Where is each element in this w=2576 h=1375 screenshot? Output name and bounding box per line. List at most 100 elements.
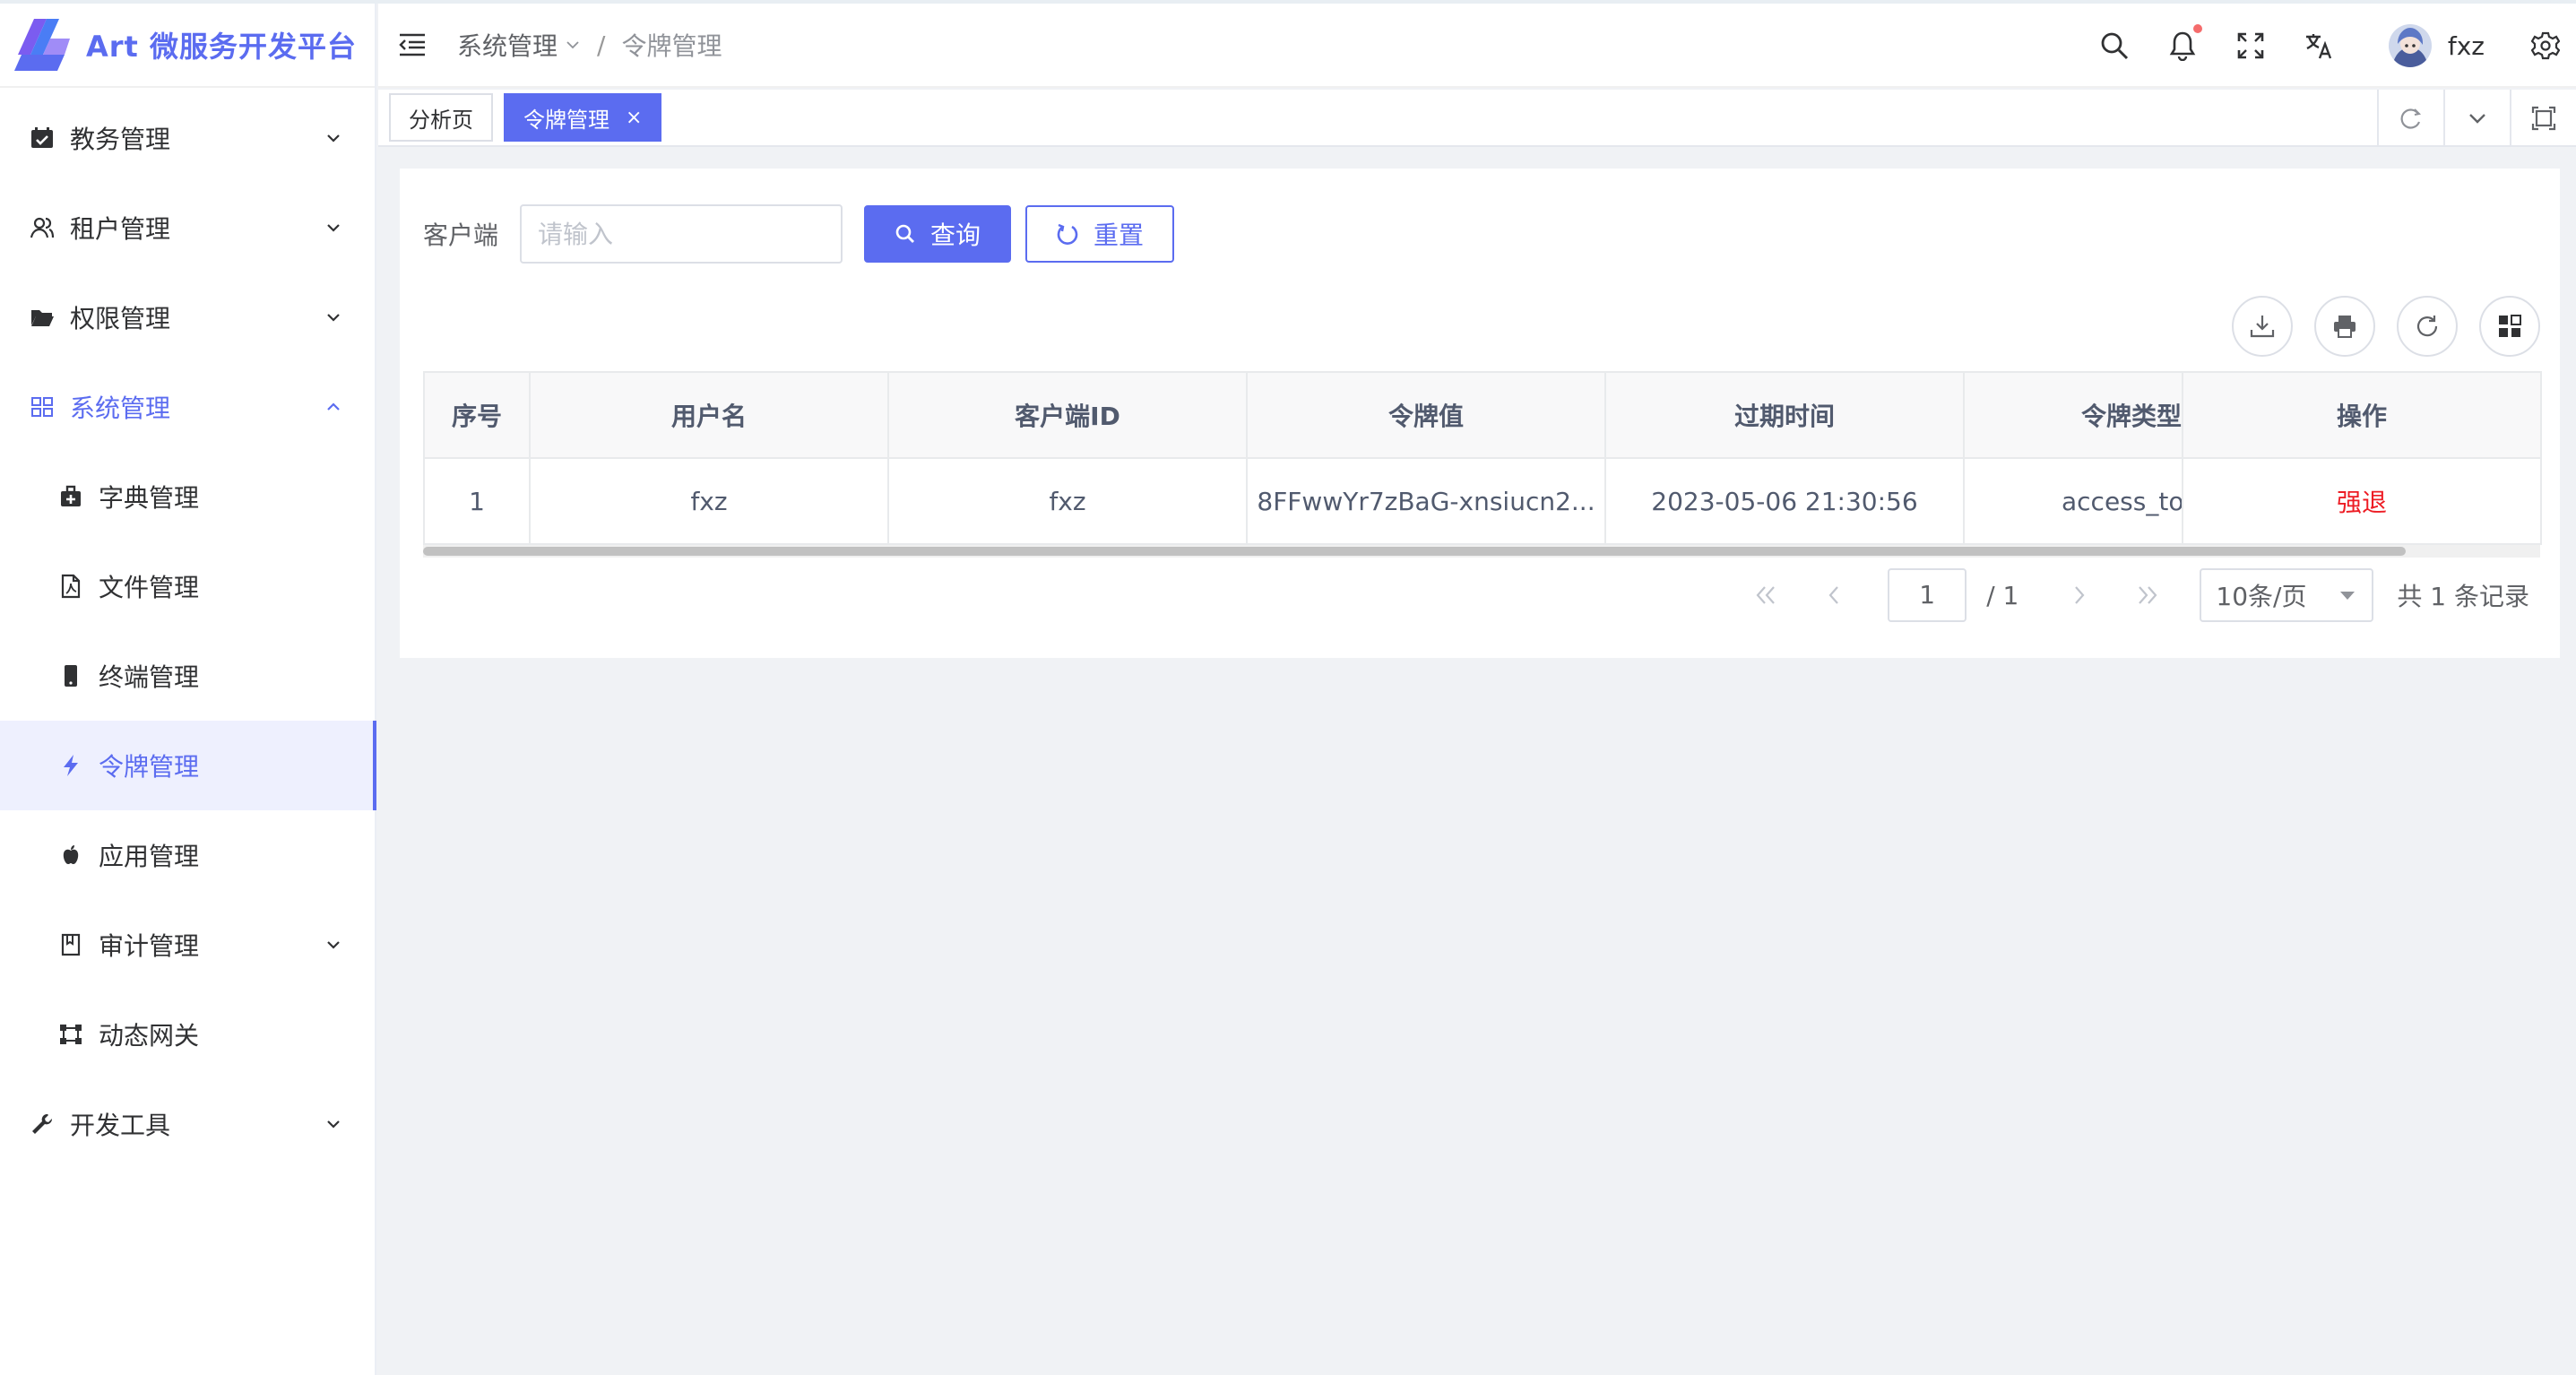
- sidebar-item-gateway[interactable]: 动态网关: [0, 990, 375, 1079]
- sidebar-item-academic[interactable]: 教务管理: [0, 93, 375, 183]
- scrollbar-thumb[interactable]: [423, 547, 2406, 556]
- breadcrumb: 系统管理 / 令牌管理: [457, 27, 722, 63]
- sidebar-item-devtools[interactable]: 开发工具: [0, 1079, 375, 1169]
- sidebar-item-token[interactable]: 令牌管理: [0, 721, 376, 810]
- caret-down-icon: [2340, 592, 2356, 600]
- sidebar-item-audit[interactable]: 审计管理: [0, 900, 375, 990]
- content-card: 客户端 查询 重置: [400, 169, 2560, 658]
- breadcrumb-separator: /: [597, 30, 606, 60]
- tab-actions: [2377, 90, 2576, 147]
- breadcrumb-current: 令牌管理: [621, 31, 722, 61]
- wrench-icon: [29, 1111, 56, 1137]
- client-input[interactable]: [520, 204, 843, 264]
- query-button-label: 查询: [930, 221, 981, 250]
- page-size-select[interactable]: 10条/页: [2200, 568, 2374, 622]
- medkit-icon: [57, 483, 84, 510]
- sidebar-item-label: 权限管理: [70, 304, 171, 333]
- bolt-icon: [57, 752, 84, 779]
- folder-open-icon: [29, 304, 56, 331]
- table-toolbar: [2210, 296, 2540, 357]
- last-page-icon[interactable]: [2130, 577, 2165, 613]
- close-icon[interactable]: ×: [626, 107, 642, 129]
- horizontal-scrollbar[interactable]: [423, 545, 2540, 558]
- chevron-down-icon: [327, 1120, 340, 1129]
- sidebar-item-terminal[interactable]: 终端管理: [0, 631, 375, 721]
- sidebar: Art 微服务开发平台 教务管理 租户管理 权限管理 系统管理 字典管理 文件管…: [0, 4, 376, 1375]
- maximize-icon[interactable]: [2510, 90, 2576, 147]
- translate-icon[interactable]: [2301, 28, 2337, 64]
- sidebar-item-tenant[interactable]: 租户管理: [0, 183, 375, 272]
- cell-username: fxz: [529, 457, 889, 545]
- chevron-down-icon[interactable]: [2443, 90, 2510, 147]
- column-header-username: 用户名: [529, 371, 889, 459]
- tab-label: 分析页: [409, 107, 473, 133]
- next-page-icon[interactable]: [2062, 577, 2097, 613]
- sidebar-item-label: 令牌管理: [99, 752, 200, 782]
- reset-button[interactable]: 重置: [1025, 205, 1175, 263]
- gear-icon[interactable]: [2528, 28, 2563, 64]
- vector-square-icon: [57, 1021, 84, 1048]
- search-form: 客户端 查询 重置: [423, 204, 1175, 264]
- column-header-token: 令牌值: [1246, 371, 1606, 459]
- username[interactable]: fxz: [2448, 31, 2485, 61]
- refresh-icon[interactable]: [2397, 296, 2458, 357]
- token-table: 序号 用户名 客户端ID 令牌值 过期时间 令牌类型 操作 1 fxz fxz …: [423, 371, 2542, 558]
- sidebar-item-label: 文件管理: [99, 573, 200, 602]
- app-title: Art 微服务开发平台: [86, 30, 357, 64]
- print-icon[interactable]: [2314, 296, 2375, 357]
- query-button[interactable]: 查询: [864, 205, 1012, 263]
- column-settings-icon[interactable]: [2479, 296, 2540, 357]
- reset-icon: [1057, 223, 1078, 245]
- cell-index: 1: [423, 457, 531, 545]
- chevron-down-icon: [327, 314, 340, 322]
- sidebar-item-files[interactable]: 文件管理: [0, 541, 375, 631]
- header-actions: fxz: [2080, 4, 2576, 88]
- cell-token: 8FFwwYr7zBaG-xnsiucn2...: [1246, 457, 1606, 545]
- tab-label: 令牌管理: [523, 107, 609, 133]
- sidebar-item-dictionary[interactable]: 字典管理: [0, 452, 375, 541]
- sidebar-item-label: 教务管理: [70, 125, 171, 154]
- column-header-token-type: 令牌类型: [1963, 371, 2183, 459]
- refresh-tab-icon[interactable]: [2377, 90, 2443, 147]
- cell-expires: 2023-05-06 21:30:56: [1604, 457, 1965, 545]
- fullscreen-icon[interactable]: [2233, 28, 2269, 64]
- first-page-icon[interactable]: [1748, 577, 1784, 613]
- logo[interactable]: Art 微服务开发平台: [0, 4, 375, 88]
- sidebar-item-label: 应用管理: [99, 842, 200, 871]
- menu-fold-icon[interactable]: [394, 27, 430, 63]
- grid-icon: [29, 393, 56, 420]
- calendar-check-icon: [29, 125, 56, 151]
- breadcrumb-parent[interactable]: 系统管理: [457, 27, 558, 63]
- sidebar-item-system[interactable]: 系统管理: [0, 362, 375, 452]
- apple-icon: [57, 842, 84, 869]
- force-logout-button[interactable]: 强退: [2182, 457, 2542, 545]
- chevron-down-icon[interactable]: [565, 37, 581, 53]
- sidebar-item-label: 开发工具: [70, 1111, 171, 1140]
- notification-dot: [2192, 24, 2202, 33]
- cell-client-id: fxz: [887, 457, 1248, 545]
- sidebar-item-application[interactable]: 应用管理: [0, 810, 375, 900]
- chevron-down-icon: [327, 224, 340, 232]
- table-header-row: 序号 用户名 客户端ID 令牌值 过期时间 令牌类型 操作: [423, 371, 2542, 459]
- search-icon[interactable]: [2096, 28, 2132, 64]
- pagination: 1 / 1 10条/页 共 1 条记录: [1732, 568, 2529, 622]
- logo-icon: [14, 19, 70, 71]
- avatar[interactable]: [2388, 24, 2432, 67]
- search-icon: [895, 224, 915, 243]
- bell-icon[interactable]: [2165, 24, 2202, 64]
- page-number-input[interactable]: 1: [1888, 568, 1967, 622]
- sidebar-item-label: 租户管理: [70, 214, 171, 244]
- sidebar-item-label: 动态网关: [99, 1021, 200, 1051]
- user-group-icon: [29, 214, 56, 241]
- header: 系统管理 / 令牌管理 fxz: [378, 4, 2576, 88]
- sidebar-item-label: 终端管理: [99, 662, 200, 692]
- download-icon[interactable]: [2232, 296, 2293, 357]
- sidebar-item-label: 系统管理: [70, 393, 171, 423]
- sidebar-item-permission[interactable]: 权限管理: [0, 272, 375, 362]
- tab-token-management[interactable]: 令牌管理 ×: [504, 93, 662, 142]
- column-header-client-id: 客户端ID: [887, 371, 1248, 459]
- prev-page-icon[interactable]: [1816, 577, 1852, 613]
- chevron-up-icon: [327, 402, 340, 411]
- tab-analysis[interactable]: 分析页: [389, 93, 493, 142]
- client-label: 客户端: [423, 221, 499, 250]
